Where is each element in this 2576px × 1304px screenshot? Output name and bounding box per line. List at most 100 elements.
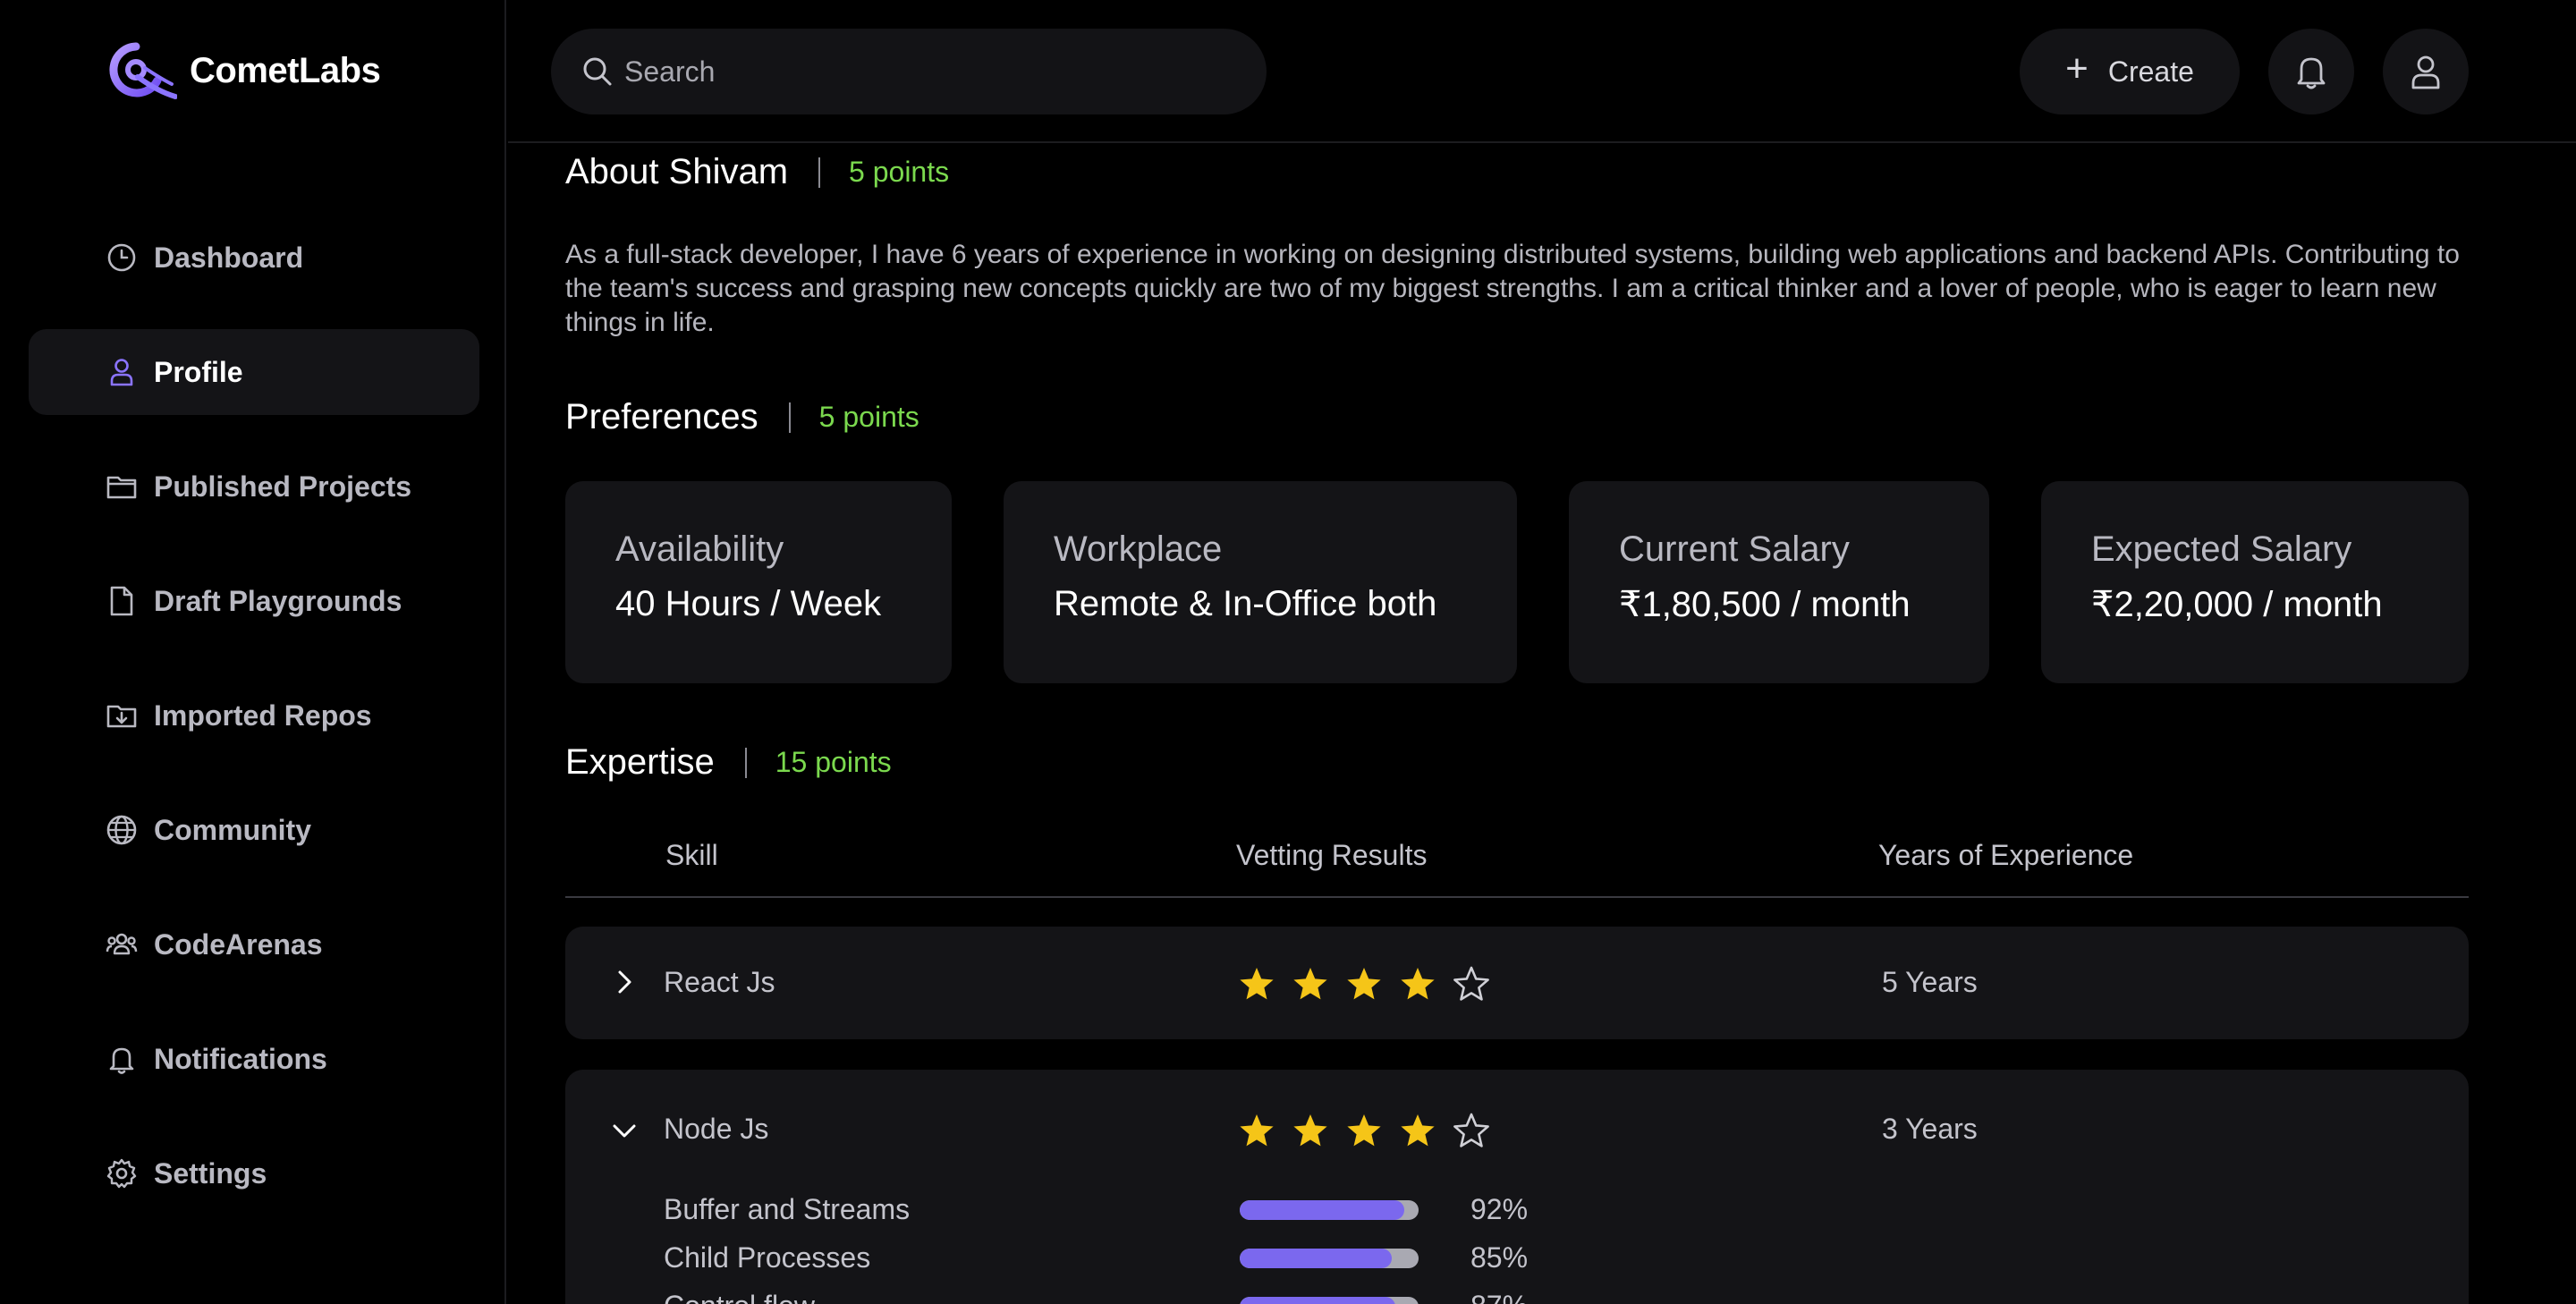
sidebar-item-label: Dashboard — [154, 241, 304, 274]
plus-icon: + — [2065, 47, 2089, 90]
star-filled-icon — [1347, 1114, 1381, 1147]
app-name: CometLabs — [190, 50, 381, 90]
expertise-table-header: Skill Vetting Results Years of Experienc… — [565, 837, 2469, 898]
create-button-label: Create — [2107, 55, 2194, 88]
create-button[interactable]: + Create — [2020, 29, 2240, 114]
about-points: 5 points — [849, 156, 950, 188]
sub-skill-item: Child Processes 85% — [565, 1236, 2469, 1284]
pref-value: ₹1,80,500 / month — [1619, 585, 1911, 624]
sub-skill-percent: 87% — [1470, 1290, 1528, 1304]
sidebar-item-draft-playgrounds[interactable]: Draft Playgrounds — [29, 558, 479, 644]
sidebar-item-label: Notifications — [154, 1042, 327, 1075]
star-filled-icon — [1240, 968, 1274, 1000]
user-icon — [110, 359, 133, 386]
sidebar: CometLabs Dashboard Profile Published Pr… — [0, 0, 506, 1304]
skill-row-react-js[interactable]: React Js 5 Years — [565, 927, 2469, 1039]
profile-content: About Shivam 5 points As a full-stack de… — [565, 143, 2469, 1304]
column-header-skill: Skill — [665, 839, 718, 871]
about-title: About Shivam — [565, 152, 789, 191]
progress-bar — [1240, 1249, 1419, 1268]
expertise-title: Expertise — [565, 742, 715, 782]
pref-label: Workplace — [1054, 529, 1223, 569]
pref-label: Availability — [615, 529, 784, 569]
pref-card-workplace: Workplace Remote & In-Office both — [1004, 481, 1517, 683]
sidebar-item-community[interactable]: Community — [29, 787, 479, 873]
logo[interactable]: CometLabs — [106, 41, 381, 100]
expertise-points: 15 points — [775, 746, 892, 778]
bell-icon — [109, 1047, 134, 1074]
divider — [788, 402, 791, 433]
star-empty-icon — [1453, 966, 1489, 1001]
skill-name: Node Js — [664, 1113, 769, 1145]
progress-bar — [1240, 1200, 1419, 1220]
rating-stars — [1238, 1113, 1490, 1148]
sidebar-item-label: Community — [154, 813, 311, 846]
search-input[interactable] — [624, 55, 1233, 89]
sub-skill-percent: 85% — [1470, 1241, 1529, 1274]
sub-skill-item: Buffer and Streams 92% — [565, 1188, 2469, 1236]
sidebar-item-imported-repos[interactable]: Imported Repos — [29, 673, 479, 758]
rating-stars — [1238, 966, 1490, 1002]
sidebar-item-label: Profile — [154, 355, 243, 388]
preferences-title: Preferences — [565, 397, 758, 436]
skill-row-node-js[interactable]: Node Js 3 Years Buffer and Streams 92% C… — [565, 1070, 2469, 1304]
sidebar-item-label: Draft Playgrounds — [154, 584, 402, 617]
about-section-header: About Shivam 5 points — [565, 152, 949, 192]
sidebar-item-codearenas[interactable]: CodeArenas — [29, 902, 479, 987]
sub-skill-name: Child Processes — [664, 1241, 871, 1274]
sidebar-item-settings[interactable]: Settings — [29, 1130, 479, 1216]
users-icon — [106, 933, 138, 955]
user-icon — [2411, 55, 2440, 89]
progress-bar-fill — [1240, 1200, 1404, 1220]
user-menu-button[interactable] — [2383, 29, 2469, 114]
sidebar-item-label: CodeArenas — [154, 927, 323, 961]
skill-years: 5 Years — [1882, 966, 1978, 998]
sidebar-item-notifications[interactable]: Notifications — [29, 1016, 479, 1102]
star-empty-icon — [1453, 1113, 1489, 1147]
star-filled-icon — [1293, 968, 1327, 1000]
pref-card-availability: Availability 40 Hours / Week — [565, 481, 952, 683]
divider — [744, 747, 747, 778]
pref-value: 40 Hours / Week — [615, 584, 882, 623]
comet-logo-icon — [109, 42, 177, 99]
sidebar-item-published-projects[interactable]: Published Projects — [29, 444, 479, 529]
star-filled-icon — [1401, 1114, 1435, 1147]
pref-label: Current Salary — [1619, 529, 1850, 569]
folder-icon — [106, 476, 137, 499]
pref-card-expected-salary: Expected Salary ₹2,20,000 / month — [2041, 481, 2469, 683]
star-filled-icon — [1293, 1114, 1327, 1147]
pref-value: ₹2,20,000 / month — [2091, 585, 2383, 624]
chevron-down-icon[interactable] — [610, 1116, 639, 1145]
folder-download-icon — [106, 705, 137, 728]
pref-value: Remote & In-Office both — [1054, 584, 1437, 623]
clock-icon — [107, 243, 136, 272]
sidebar-item-label: Published Projects — [154, 470, 412, 503]
preferences-points: 5 points — [818, 401, 919, 433]
sidebar-item-label: Settings — [154, 1156, 267, 1190]
expertise-section-header: Expertise 15 points — [565, 742, 892, 783]
progress-bar-fill — [1240, 1249, 1392, 1268]
column-header-vetting: Vetting Results — [1236, 839, 1428, 871]
preferences-section-header: Preferences 5 points — [565, 397, 919, 437]
sidebar-item-dashboard[interactable]: Dashboard — [29, 215, 479, 301]
star-filled-icon — [1401, 968, 1435, 1000]
pref-label: Expected Salary — [2091, 529, 2352, 569]
notifications-button[interactable] — [2268, 29, 2354, 114]
sidebar-item-profile[interactable]: Profile — [29, 329, 479, 415]
bell-icon — [2297, 57, 2326, 89]
globe-icon — [106, 815, 137, 845]
file-icon — [110, 586, 133, 616]
gear-icon — [106, 1158, 137, 1189]
skill-years: 3 Years — [1882, 1113, 1978, 1145]
chevron-right-icon[interactable] — [610, 968, 639, 996]
star-filled-icon — [1240, 1114, 1274, 1147]
search-icon — [583, 57, 612, 86]
topbar: + Create — [508, 0, 2576, 143]
sub-skill-item: Control flow 87% — [565, 1284, 2469, 1304]
sub-skill-name: Buffer and Streams — [664, 1193, 911, 1225]
pref-card-current-salary: Current Salary ₹1,80,500 / month — [1569, 481, 1989, 683]
divider — [818, 157, 821, 188]
search-bar[interactable] — [551, 29, 1267, 114]
sidebar-item-label: Imported Repos — [154, 699, 372, 732]
progress-bar-fill — [1240, 1297, 1395, 1304]
